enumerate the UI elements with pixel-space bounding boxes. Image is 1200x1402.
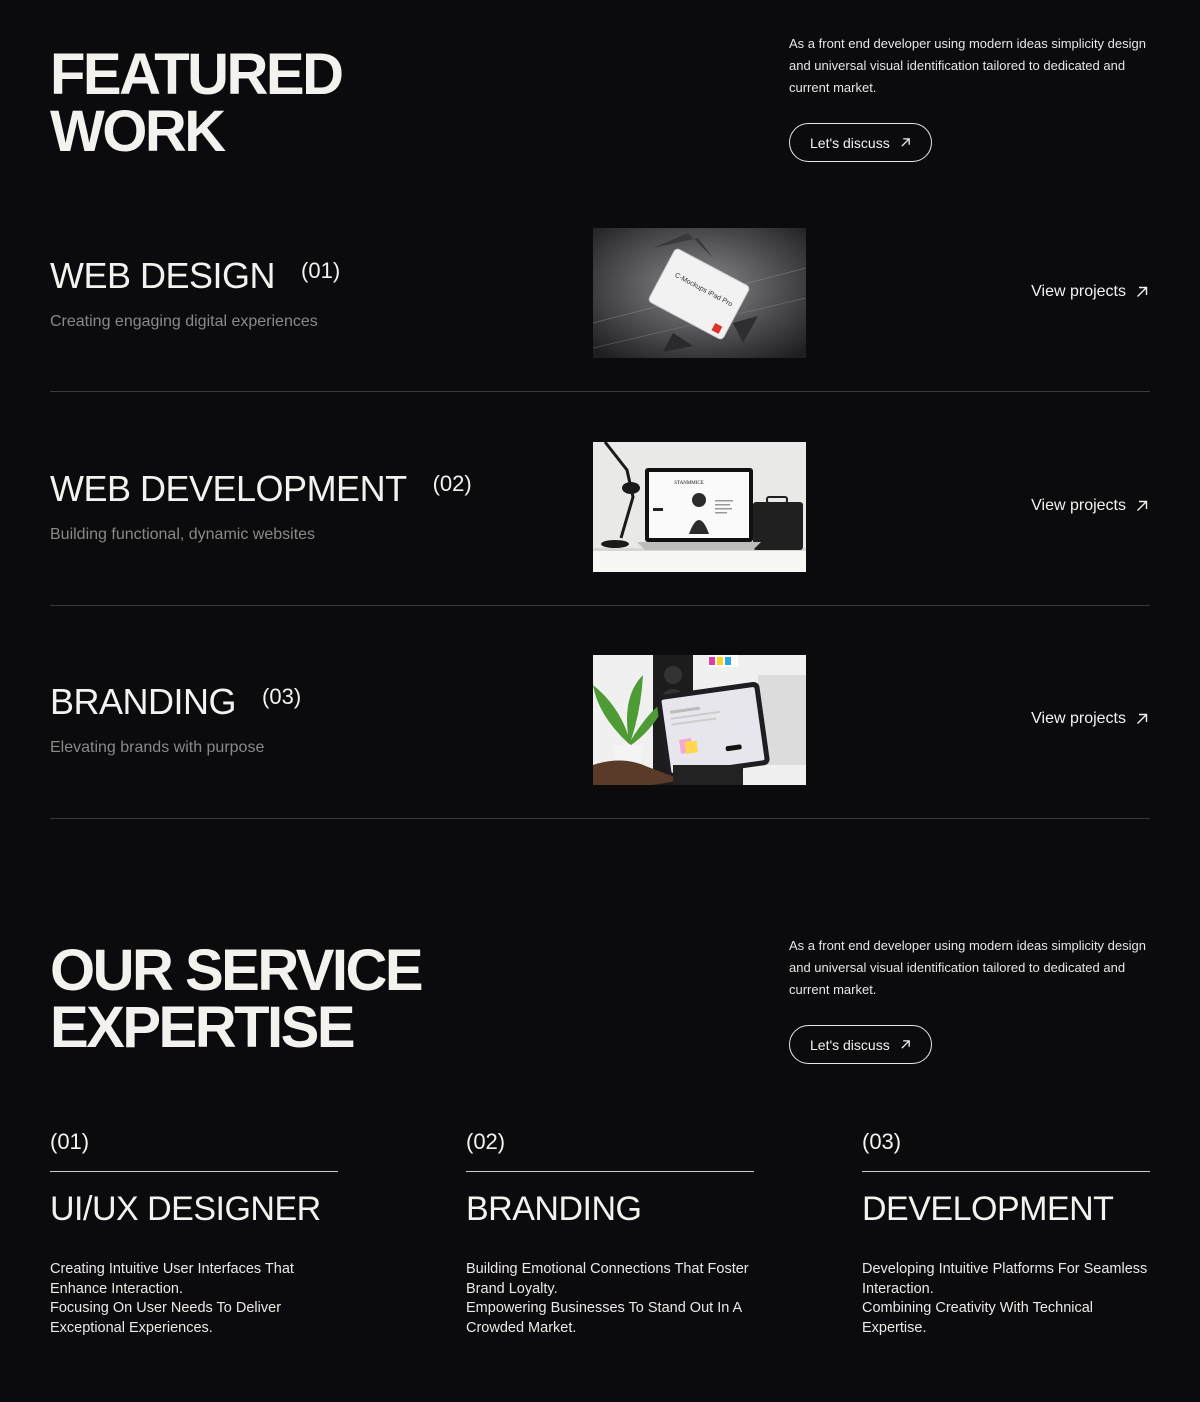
service-description: Developing Intuitive Platforms For Seaml… — [862, 1260, 1150, 1338]
view-projects-label: View projects — [1031, 283, 1126, 300]
lets-discuss-button[interactable]: Let's discuss — [789, 1025, 932, 1064]
work-title-group: WEB DEVELOPMENT (02) — [50, 469, 472, 509]
service-development: (03) DEVELOPMENT Developing Intuitive Pl… — [862, 1128, 1150, 1338]
lets-discuss-label: Let's discuss — [810, 1036, 890, 1053]
service-expertise-header: OUR SERVICE EXPERTISE As a front end dev… — [50, 938, 1150, 1072]
work-title-group: WEB DESIGN (01) — [50, 256, 340, 296]
service-divider — [50, 1171, 338, 1172]
work-thumbnail-web-design[interactable]: C-Mockups iPad Pro — [593, 228, 806, 358]
service-title-line-2: EXPERTISE — [50, 995, 356, 1060]
work-number: (01) — [301, 258, 341, 283]
service-intro-text: As a front end developer using modern id… — [789, 938, 1146, 997]
work-number: (02) — [432, 471, 472, 496]
page: FEATURED WORK As a front end developer u… — [0, 0, 1200, 1402]
service-title: BRANDING — [466, 1190, 642, 1228]
lets-discuss-label: Let's discuss — [810, 134, 890, 151]
service-uiux: (01) UI/UX DESIGNER Creating Intuitive U… — [50, 1128, 338, 1338]
service-divider — [466, 1171, 754, 1172]
work-title: WEB DESIGN — [50, 255, 276, 296]
work-row-branding: BRANDING (03) Elevating brands with purp… — [50, 605, 1150, 819]
service-title: UI/UX DESIGNER — [50, 1190, 321, 1228]
service-description: Creating Intuitive User Interfaces That … — [50, 1260, 338, 1338]
service-description-line: Building Emotional Connections That Fost… — [466, 1261, 749, 1297]
work-thumbnail-branding[interactable] — [593, 655, 806, 785]
service-intro: As a front end developer using modern id… — [789, 935, 1151, 1064]
service-description-line: Combining Creativity With Technical Expe… — [862, 1300, 1094, 1336]
work-subtitle: Elevating brands with purpose — [50, 739, 265, 756]
service-number: (02) — [466, 1129, 506, 1154]
view-projects-link[interactable]: View projects — [1031, 710, 1148, 728]
arrow-up-right-icon — [1136, 500, 1148, 512]
service-title-line-1: OUR SERVICE — [50, 938, 424, 1003]
work-row-web-development: WEB DEVELOPMENT (02) Building functional… — [50, 392, 1150, 606]
work-title-group: BRANDING (03) — [50, 682, 301, 722]
arrow-up-right-icon — [1136, 713, 1148, 725]
service-branding: (02) BRANDING Building Emotional Connect… — [466, 1128, 754, 1338]
arrow-up-right-icon — [1136, 286, 1148, 298]
view-projects-link[interactable]: View projects — [1031, 283, 1148, 301]
site-logo-text: STANMMICE — [674, 481, 704, 486]
work-title: WEB DEVELOPMENT — [50, 468, 407, 509]
work-thumbnail-web-development[interactable]: STANMMICE — [593, 442, 806, 572]
view-projects-label: View projects — [1031, 497, 1126, 514]
work-row-web-design: WEB DESIGN (01) Creating engaging digita… — [50, 178, 1150, 392]
arrow-up-right-icon — [900, 137, 911, 148]
service-description: Building Emotional Connections That Fost… — [466, 1260, 754, 1338]
arrow-up-right-icon — [900, 1039, 911, 1050]
view-projects-link[interactable]: View projects — [1031, 497, 1148, 515]
service-expertise-title: OUR SERVICE EXPERTISE — [50, 938, 424, 1060]
featured-title-line-1: FEATURED — [50, 42, 344, 107]
service-number: (01) — [50, 1129, 90, 1154]
view-projects-label: View projects — [1031, 710, 1126, 727]
service-description-line: Developing Intuitive Platforms For Seaml… — [862, 1261, 1148, 1297]
work-number: (03) — [262, 684, 302, 709]
service-description-line: Focusing On User Needs To Deliver Except… — [50, 1300, 282, 1336]
work-subtitle: Creating engaging digital experiences — [50, 313, 318, 330]
featured-work-title: FEATURED WORK — [50, 42, 344, 164]
featured-title-line-2: WORK — [50, 99, 226, 164]
work-subtitle: Building functional, dynamic websites — [50, 526, 316, 543]
service-description-line: Empowering Businesses To Stand Out In A … — [466, 1300, 742, 1336]
featured-work-header: FEATURED WORK As a front end developer u… — [50, 36, 1150, 176]
service-title: DEVELOPMENT — [862, 1190, 1114, 1228]
service-description-line: Creating Intuitive User Interfaces That … — [50, 1261, 294, 1297]
service-divider — [862, 1171, 1150, 1172]
featured-intro-text: As a front end developer using modern id… — [789, 36, 1146, 95]
featured-intro: As a front end developer using modern id… — [789, 33, 1151, 162]
service-number: (03) — [862, 1129, 902, 1154]
lets-discuss-button[interactable]: Let's discuss — [789, 123, 932, 162]
work-title: BRANDING — [50, 681, 237, 722]
